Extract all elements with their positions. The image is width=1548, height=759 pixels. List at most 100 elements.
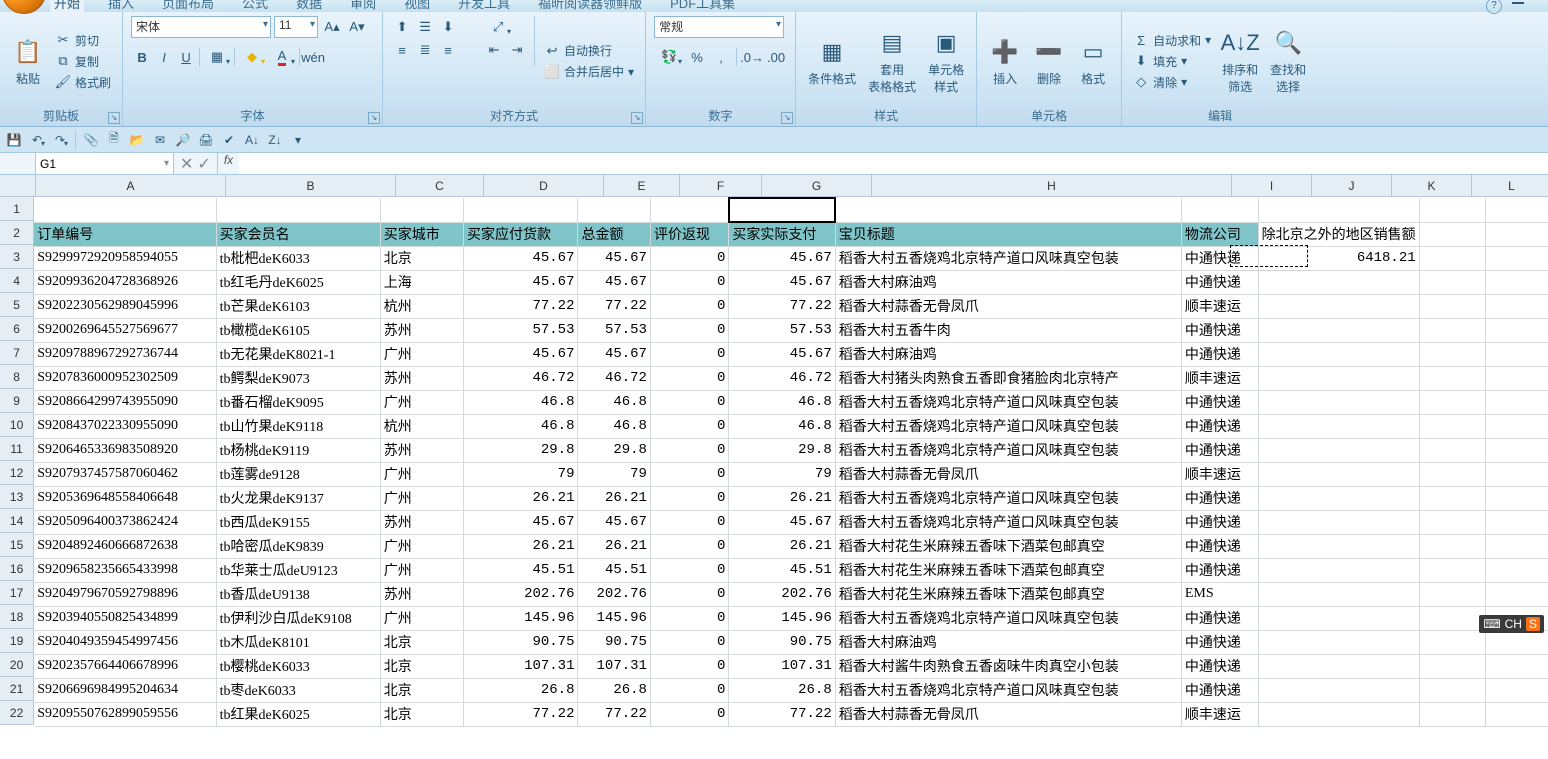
cell[interactable]: 总金额 [578, 222, 650, 246]
cell[interactable]: tb香瓜deU9138 [216, 582, 380, 606]
cell[interactable]: S9206696984995204634 [34, 678, 216, 702]
cell[interactable]: 中通快递 [1181, 390, 1258, 414]
cell[interactable] [1258, 702, 1419, 726]
cell[interactable]: 顺丰速运 [1181, 366, 1258, 390]
col-header-J[interactable]: J [1312, 175, 1392, 197]
cell[interactable]: 0 [650, 342, 728, 366]
cell[interactable]: 中通快递 [1181, 486, 1258, 510]
cell[interactable] [1419, 438, 1485, 462]
quick-print-icon[interactable]: 🖨 [196, 130, 216, 150]
cell[interactable]: 0 [650, 534, 728, 558]
redo-icon[interactable]: ↷ [50, 130, 70, 150]
cell[interactable] [1485, 630, 1548, 654]
cell[interactable] [1485, 558, 1548, 582]
cell[interactable]: tb橄榄deK6105 [216, 318, 380, 342]
tab-6[interactable]: 视图 [400, 0, 434, 12]
cell[interactable] [1485, 654, 1548, 678]
decrease-indent-icon[interactable]: ⇤ [483, 39, 505, 61]
cell[interactable] [1258, 270, 1419, 294]
tab-4[interactable]: 数据 [292, 0, 326, 12]
cell[interactable]: 广州 [380, 390, 463, 414]
cell[interactable] [1485, 582, 1548, 606]
cell[interactable]: 广州 [380, 486, 463, 510]
cell[interactable] [1485, 246, 1548, 270]
cell[interactable]: 顺丰速运 [1181, 294, 1258, 318]
cell[interactable]: 6418.21 [1258, 246, 1419, 270]
cell[interactable]: 中通快递 [1181, 246, 1258, 270]
cell[interactable]: 中通快递 [1181, 342, 1258, 366]
merge-center-button[interactable]: ⬜合并后居中 ▾ [541, 62, 637, 81]
sort-desc-icon[interactable]: Z↓ [265, 130, 285, 150]
cell[interactable]: 45.67 [729, 510, 835, 534]
cell[interactable] [1419, 222, 1485, 246]
sort-asc-icon[interactable]: A↓ [242, 130, 262, 150]
cell[interactable] [1419, 198, 1485, 222]
cell[interactable] [1485, 510, 1548, 534]
font-size-combo[interactable]: 11 [274, 16, 318, 38]
format-cells-button[interactable]: ▭格式 [1073, 16, 1113, 106]
phonetic-icon[interactable]: wén [302, 46, 324, 68]
cell[interactable] [1419, 534, 1485, 558]
cell[interactable]: 77.22 [578, 702, 650, 726]
cell[interactable] [1419, 678, 1485, 702]
cell[interactable]: 46.8 [729, 414, 835, 438]
mail-icon[interactable]: ✉ [150, 130, 170, 150]
cell[interactable]: 稻香大村麻油鸡 [835, 342, 1181, 366]
cell[interactable]: 77.22 [464, 702, 578, 726]
bold-icon[interactable]: B [131, 46, 153, 68]
cell[interactable]: tb杨桃deK9119 [216, 438, 380, 462]
cell[interactable]: S9202230562989045996 [34, 294, 216, 318]
cell[interactable] [1485, 222, 1548, 246]
cell[interactable]: 中通快递 [1181, 630, 1258, 654]
tab-1[interactable]: 插入 [104, 0, 138, 12]
cell[interactable]: 45.67 [464, 246, 578, 270]
row-header-7[interactable]: 7 [0, 341, 34, 365]
cell[interactable]: 0 [650, 654, 728, 678]
row-header-15[interactable]: 15 [0, 533, 34, 557]
cell[interactable]: 45.67 [578, 246, 650, 270]
cell[interactable] [1419, 510, 1485, 534]
row-header-2[interactable]: 2 [0, 221, 34, 245]
cell[interactable] [1419, 462, 1485, 486]
cell[interactable]: 稻香大村五香烧鸡北京特产道口风味真空包装 [835, 438, 1181, 462]
cell[interactable]: tb华莱士瓜deU9123 [216, 558, 380, 582]
row-header-6[interactable]: 6 [0, 317, 34, 341]
cell[interactable]: 0 [650, 630, 728, 654]
font-dialog-launcher[interactable]: ↘ [368, 112, 380, 124]
cell[interactable] [1258, 198, 1419, 222]
cell[interactable]: tb火龙果deK9137 [216, 486, 380, 510]
border-icon[interactable]: ▦ [202, 46, 232, 68]
cell[interactable] [1485, 318, 1548, 342]
cell[interactable] [650, 198, 728, 222]
cell[interactable] [1419, 606, 1485, 630]
cell[interactable]: 顺丰速运 [1181, 462, 1258, 486]
cell[interactable] [1485, 702, 1548, 726]
cell[interactable] [1419, 294, 1485, 318]
cell[interactable] [464, 198, 578, 222]
cell[interactable]: 29.8 [729, 438, 835, 462]
cell[interactable] [1258, 462, 1419, 486]
col-header-F[interactable]: F [680, 175, 762, 197]
cell[interactable]: 26.8 [729, 678, 835, 702]
save-icon[interactable]: 💾 [4, 130, 24, 150]
cell[interactable]: 45.67 [578, 270, 650, 294]
cell[interactable]: 中通快递 [1181, 318, 1258, 342]
cell[interactable] [1419, 318, 1485, 342]
tab-8[interactable]: 福昕阅读器领鲜版 [534, 0, 646, 12]
cell[interactable]: 0 [650, 390, 728, 414]
cell[interactable]: 苏州 [380, 438, 463, 462]
clipboard-dialog-launcher[interactable]: ↘ [108, 112, 120, 124]
cell[interactable]: 145.96 [578, 606, 650, 630]
cell[interactable]: tb西瓜deK9155 [216, 510, 380, 534]
cell[interactable] [1258, 414, 1419, 438]
font-color-icon[interactable]: A [267, 46, 297, 68]
cell[interactable]: 中通快递 [1181, 678, 1258, 702]
cell[interactable]: 26.21 [578, 534, 650, 558]
cell[interactable] [835, 198, 1181, 222]
cell[interactable]: 稻香大村酱牛肉熟食五香卤味牛肉真空小包装 [835, 654, 1181, 678]
cell[interactable]: 0 [650, 294, 728, 318]
grow-font-icon[interactable]: A▴ [321, 16, 343, 38]
shrink-font-icon[interactable]: A▾ [346, 16, 368, 38]
cell[interactable]: 苏州 [380, 318, 463, 342]
format-painter-button[interactable]: 🖌格式刷 [52, 73, 114, 92]
